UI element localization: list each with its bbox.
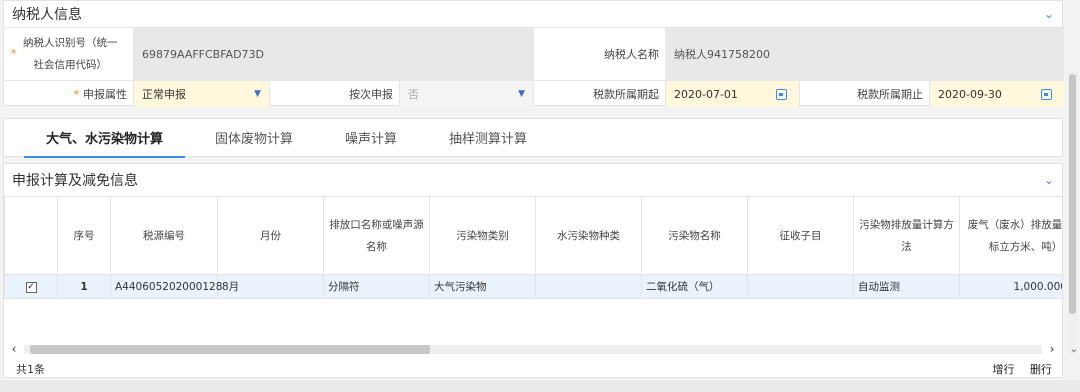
col-sub-item: 征收子目 xyxy=(747,196,854,275)
row-sub-item xyxy=(747,274,854,299)
table-footer: 共1条 增行 删行 xyxy=(4,360,1062,377)
scroll-down-icon[interactable]: ⌄ xyxy=(1070,344,1078,355)
row-month: 8月 xyxy=(217,274,324,299)
per-declare-select[interactable]: 否 ▼ xyxy=(400,81,534,107)
col-no: 序号 xyxy=(57,196,111,275)
period-end-field[interactable]: 2020-09-30 xyxy=(930,81,1064,107)
period-end-value: 2020-09-30 xyxy=(938,87,1002,101)
vertical-scroll-thumb[interactable] xyxy=(1069,74,1076,314)
required-star: * xyxy=(10,47,17,60)
per-declare-value: 否 xyxy=(408,88,419,101)
caret-down-icon: ▼ xyxy=(518,89,525,99)
col-category: 污染物类别 xyxy=(429,196,536,275)
calc-tabs: 大气、水污染物计算 固体废物计算 噪声计算 抽样测算计算 xyxy=(3,118,1063,158)
per-label: 按次申报 xyxy=(270,81,400,107)
end-label: 税款所属期止 xyxy=(800,81,930,107)
scroll-thumb[interactable] xyxy=(30,344,430,354)
attr-label: 申报属性 xyxy=(83,88,127,101)
declaration-panel: 申报计算及减免信息 ⌄ 序号 税源编号 月份 排放口名称或噪声源名称 污染物类别… xyxy=(3,163,1063,378)
row-outlet: 分隔符 xyxy=(323,274,430,299)
id-label: 纳税人识别号（统一社会信用代码） xyxy=(23,37,118,71)
scroll-left-icon[interactable]: ‹ xyxy=(4,342,24,356)
declaration-table-wrap: 序号 税源编号 月份 排放口名称或噪声源名称 污染物类别 水污染物种类 污染物名… xyxy=(4,196,1062,302)
col-source-id: 税源编号 xyxy=(110,196,218,275)
scroll-right-icon[interactable]: › xyxy=(1042,342,1062,356)
vertical-scrollbar[interactable] xyxy=(1067,72,1078,357)
row-select-cell: ✓ xyxy=(4,274,58,299)
row-water-type xyxy=(535,274,642,299)
total-count: 共1条 xyxy=(16,363,45,376)
declaration-table: 序号 税源编号 月份 排放口名称或噪声源名称 污染物类别 水污染物种类 污染物名… xyxy=(4,196,1062,299)
taxpayer-header: 纳税人信息 ⌄ xyxy=(4,1,1062,27)
start-label: 税款所属期起 xyxy=(534,81,666,107)
add-row-button[interactable]: 增行 xyxy=(993,363,1015,376)
declaration-header: 申报计算及减免信息 ⌄ xyxy=(4,164,1062,196)
calendar-icon[interactable] xyxy=(1041,88,1052,100)
row-actions: 增行 删行 xyxy=(981,361,1053,377)
col-water-type: 水污染物种类 xyxy=(535,196,642,275)
taxpayer-row-1: * 纳税人识别号（统一社会信用代码） 69879AAFFCBFAD73D 纳税人… xyxy=(4,27,1064,80)
col-volume: 废气（废水）排放量（万标立方米、吨） xyxy=(959,196,1062,275)
taxpayer-id-field[interactable]: 69879AAFFCBFAD73D xyxy=(134,28,534,80)
attr-label-cell: * 申报属性 xyxy=(4,81,134,107)
col-method: 污染物排放量计算方法 xyxy=(853,196,960,275)
tab-solid-waste[interactable]: 固体废物计算 xyxy=(189,119,319,157)
declaration-title: 申报计算及减免信息 xyxy=(12,173,138,189)
taxpayer-title: 纳税人信息 xyxy=(12,7,82,23)
row-checkbox[interactable]: ✓ xyxy=(25,282,37,293)
id-label-cell: * 纳税人识别号（统一社会信用代码） xyxy=(4,28,134,80)
tab-sampling[interactable]: 抽样测算计算 xyxy=(423,119,553,157)
scroll-track[interactable] xyxy=(24,344,1042,354)
row-pollutant: 二氧化硫（气） xyxy=(641,274,748,299)
period-start-value: 2020-07-01 xyxy=(674,87,738,101)
chevron-down-icon[interactable]: ⌄ xyxy=(1044,173,1054,187)
chevron-down-icon[interactable]: ⌄ xyxy=(1044,7,1054,21)
taxpayer-name-field[interactable]: 纳税人941758200 xyxy=(666,28,1064,80)
taxpayer-row-2: * 申报属性 正常申报 ▼ 按次申报 否 ▼ 税款所属期起 2020-07-01… xyxy=(4,80,1064,107)
name-label: 纳税人名称 xyxy=(534,28,666,80)
bottom-bar xyxy=(0,380,1080,392)
col-outlet: 排放口名称或噪声源名称 xyxy=(323,196,430,275)
row-no: 1 xyxy=(57,274,111,299)
delete-row-button[interactable]: 删行 xyxy=(1030,363,1052,376)
row-method: 自动监测 xyxy=(853,274,960,299)
period-start-field[interactable]: 2020-07-01 xyxy=(666,81,800,107)
required-star: * xyxy=(73,87,80,101)
col-select xyxy=(4,196,58,275)
row-source-id: A440605202000128 xyxy=(110,274,222,299)
tab-noise[interactable]: 噪声计算 xyxy=(319,119,423,157)
col-pollutant: 污染物名称 xyxy=(641,196,748,275)
caret-down-icon: ▼ xyxy=(254,89,261,99)
table-row[interactable]: ✓ 1 A440605202000128 8月 分隔符 大气污染物 二氧化硫（气… xyxy=(4,274,1062,299)
taxpayer-panel: 纳税人信息 ⌄ * 纳税人识别号（统一社会信用代码） 69879AAFFCBFA… xyxy=(3,0,1064,107)
tab-air-water[interactable]: 大气、水污染物计算 xyxy=(20,119,189,158)
calendar-icon[interactable] xyxy=(776,88,787,100)
declare-attr-select[interactable]: 正常申报 ▼ xyxy=(134,81,270,107)
declare-attr-value: 正常申报 xyxy=(142,88,186,101)
row-volume: 1,000.000000 xyxy=(959,274,1062,299)
row-category: 大气污染物 xyxy=(429,274,536,299)
horizontal-scrollbar[interactable]: ‹ › xyxy=(4,342,1062,356)
col-month: 月份 xyxy=(217,196,324,275)
table-header-row: 序号 税源编号 月份 排放口名称或噪声源名称 污染物类别 水污染物种类 污染物名… xyxy=(4,196,1062,275)
